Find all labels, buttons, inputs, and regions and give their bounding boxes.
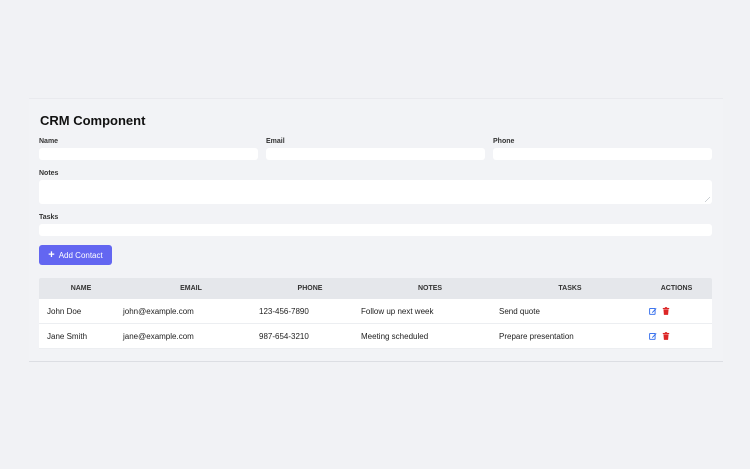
page-title: CRM Component [40, 113, 146, 128]
cell-tasks: Send quote [499, 306, 540, 316]
header-tasks: TASKS [558, 285, 582, 292]
email-label: Email [266, 138, 285, 145]
header-name: NAME [70, 285, 92, 292]
trash-icon[interactable] [662, 332, 670, 340]
add-contact-button[interactable]: + Add Contact [39, 245, 112, 265]
cell-name: John Doe [47, 306, 82, 316]
cell-tasks: Prepare presentation [499, 331, 574, 341]
edit-icon[interactable] [649, 307, 657, 315]
cell-email: jane@example.com [123, 331, 194, 341]
header-phone: PHONE [297, 285, 323, 292]
phone-label: Phone [493, 138, 515, 145]
name-label: Name [39, 138, 59, 145]
cell-actions [641, 307, 712, 315]
edit-icon[interactable] [649, 332, 657, 340]
trash-icon[interactable] [662, 307, 670, 315]
header-notes: NOTES [417, 285, 443, 292]
crm-card: CRM Component Name Email Phone Notes Tas… [29, 98, 723, 362]
name-input[interactable] [39, 148, 258, 160]
table-row: John Doe john@example.com 123-456-7890 F… [39, 299, 712, 324]
cell-phone: 987-654-3210 [259, 331, 309, 341]
header-actions: ACTIONS [660, 285, 693, 292]
notes-label: Notes [39, 170, 59, 177]
email-input[interactable] [266, 148, 485, 160]
table-row: Jane Smith jane@example.com 987-654-3210… [39, 324, 712, 349]
plus-icon: + [48, 248, 55, 261]
tasks-input[interactable] [39, 224, 712, 236]
phone-input[interactable] [493, 148, 712, 160]
cell-notes: Follow up next week [361, 306, 434, 316]
header-email: EMAIL [180, 285, 202, 292]
resize-handle-icon[interactable] [705, 197, 710, 202]
notes-textarea[interactable] [39, 180, 712, 204]
contacts-table: NAME EMAIL PHONE NOTES TASKS ACTIONS Joh… [39, 278, 712, 349]
table-header: NAME EMAIL PHONE NOTES TASKS ACTIONS [39, 278, 712, 299]
tasks-label: Tasks [39, 214, 59, 221]
cell-name: Jane Smith [47, 331, 88, 341]
cell-actions [641, 332, 712, 340]
cell-phone: 123-456-7890 [259, 306, 309, 316]
cell-notes: Meeting scheduled [361, 331, 429, 341]
cell-email: john@example.com [123, 306, 194, 316]
add-contact-label: Add Contact [58, 250, 103, 260]
